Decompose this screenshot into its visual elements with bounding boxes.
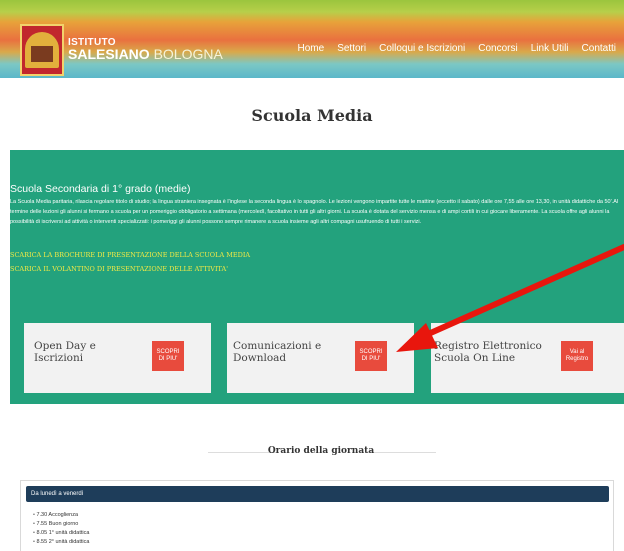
- intro-heading: Scuola Secondaria di 1° grado (medie): [10, 183, 191, 195]
- page-title: Scuola Media: [251, 106, 373, 125]
- card-comunicazioni-title: Comunicazioni e Download: [233, 340, 322, 364]
- orario-header: Orario della giornata: [28, 444, 614, 460]
- registro-button[interactable]: Vai al Registro: [561, 341, 593, 371]
- intro-body: La Scuola Media paritaria, rilascia rego…: [10, 199, 619, 225]
- card-registro-title: Registro Elettronico Scuola On Line: [434, 340, 542, 364]
- nav-concorsi[interactable]: Concorsi: [478, 43, 517, 54]
- logo-text-main[interactable]: SALESIANO BOLOGNA: [68, 46, 223, 62]
- site-header: ISTITUTO SALESIANO BOLOGNA Home Settori …: [0, 0, 624, 78]
- nav-link-utili[interactable]: Link Utili: [531, 43, 569, 54]
- list-item: 7.30 Accoglienza: [33, 511, 89, 520]
- logo-emblem[interactable]: [20, 24, 64, 76]
- list-item: 8.05 1° unità didattica: [33, 529, 89, 538]
- orario-title: Orario della giornata: [267, 446, 375, 456]
- card-comunicazioni: Comunicazioni e Download SCOPRI DI PIU': [227, 323, 414, 393]
- logo-text-main-a: SALESIANO: [68, 46, 150, 62]
- list-item: 7.55 Buon giorno: [33, 520, 89, 529]
- main-nav: Home Settori Colloqui e Iscrizioni Conco…: [298, 43, 616, 54]
- nav-home[interactable]: Home: [298, 43, 325, 54]
- nav-contatti[interactable]: Contatti: [582, 43, 616, 54]
- schedule-panel-header[interactable]: Da lunedì a venerdì: [26, 486, 609, 502]
- card-registro: Registro Elettronico Scuola On Line Vai …: [431, 323, 624, 393]
- logo-text-main-b: BOLOGNA: [149, 46, 223, 62]
- open-day-more-button[interactable]: SCOPRI DI PIU': [152, 341, 184, 371]
- brochure-link[interactable]: SCARICA LA BROCHURE DI PRESENTAZIONE DEL…: [10, 251, 250, 259]
- card-open-day-title: Open Day e Iscrizioni: [34, 340, 96, 364]
- schedule-panel: Da lunedì a venerdì 7.30 Accoglienza 7.5…: [20, 480, 614, 551]
- list-item: 8.55 2° unità didattica: [33, 538, 89, 547]
- comunicazioni-more-button[interactable]: SCOPRI DI PIU': [355, 341, 387, 371]
- schedule-list: 7.30 Accoglienza 7.55 Buon giorno 8.05 1…: [33, 511, 89, 547]
- card-open-day: Open Day e Iscrizioni SCOPRI DI PIU': [24, 323, 211, 393]
- volantino-link[interactable]: SCARICA IL VOLANTINO DI PRESENTAZIONE DE…: [10, 265, 228, 273]
- nav-settori[interactable]: Settori: [337, 43, 366, 54]
- nav-colloqui-iscrizioni[interactable]: Colloqui e Iscrizioni: [379, 43, 465, 54]
